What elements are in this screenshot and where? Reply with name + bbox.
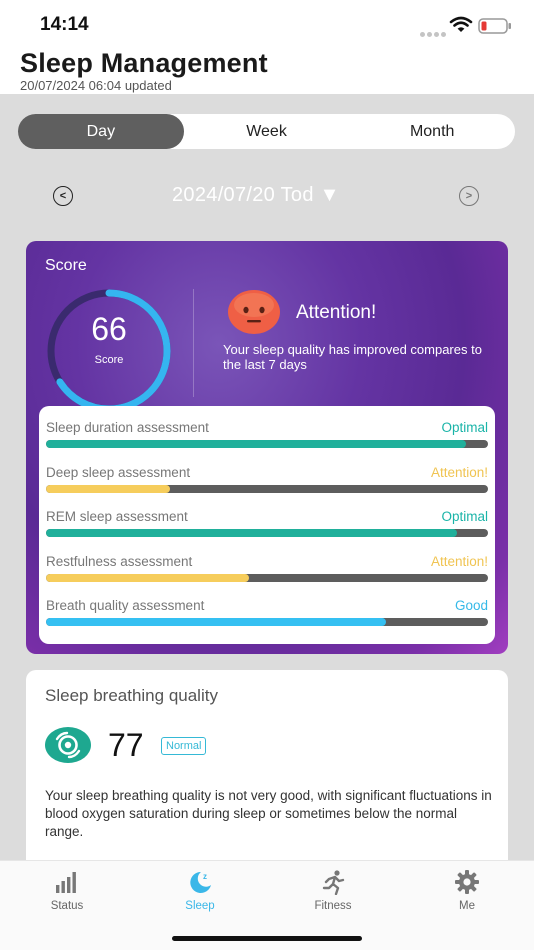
attention-title: Attention! xyxy=(296,302,377,323)
score-card-title: Score xyxy=(45,257,87,274)
wifi-icon xyxy=(449,16,473,32)
assessment-status: Attention! xyxy=(430,465,488,480)
gear-icon xyxy=(455,870,479,894)
assessment-bar-fill xyxy=(46,485,170,493)
tab-status[interactable]: Status xyxy=(27,869,107,912)
previous-day-button[interactable]: < xyxy=(53,186,73,206)
assessment-bar xyxy=(46,574,488,582)
tab-day[interactable]: Day xyxy=(18,114,184,149)
tab-month[interactable]: Month xyxy=(349,114,515,149)
status-bar: 14:14 xyxy=(0,0,534,44)
assessment-status: Good xyxy=(454,598,488,613)
breathing-quality-card[interactable]: Sleep breathing quality 77 Normal Your s… xyxy=(26,670,508,870)
assessment-row[interactable]: Restfulness assessment Attention! xyxy=(46,554,488,594)
assessment-status: Optimal xyxy=(441,420,488,435)
assessment-label: Deep sleep assessment xyxy=(46,465,191,480)
updated-timestamp: 20/07/2024 06:04 updated xyxy=(20,78,172,93)
score-ring xyxy=(47,289,171,413)
assessment-bar-fill xyxy=(46,618,387,626)
score-value: 66 xyxy=(91,311,127,347)
assessment-label: Sleep duration assessment xyxy=(46,420,209,435)
header: Sleep Management 20/07/2024 06:04 update… xyxy=(0,44,534,94)
assessment-row[interactable]: REM sleep assessment Optimal xyxy=(46,509,488,549)
moon-icon: z xyxy=(190,871,211,893)
tab-sleep-label: Sleep xyxy=(185,900,215,912)
score-label: Score xyxy=(94,354,124,366)
divider xyxy=(193,289,194,397)
breathing-quality-title: Sleep breathing quality xyxy=(45,686,218,705)
assessment-bar xyxy=(46,529,488,537)
status-time: 14:14 xyxy=(40,14,89,35)
neutral-face-icon xyxy=(228,290,280,334)
assessment-status: Attention! xyxy=(430,554,488,569)
tab-week[interactable]: Week xyxy=(184,114,350,149)
tab-me[interactable]: Me xyxy=(427,869,507,912)
assessment-label: Restfulness assessment xyxy=(46,554,193,569)
breathing-description: Your sleep breathing quality is not very… xyxy=(45,788,492,839)
home-indicator xyxy=(172,936,362,941)
assessment-panel: Sleep duration assessment Optimal Deep s… xyxy=(39,406,495,644)
assessment-label: Breath quality assessment xyxy=(46,598,205,613)
tab-status-label: Status xyxy=(50,900,84,912)
assessment-bar-fill xyxy=(46,529,458,537)
chevron-left-icon: < xyxy=(59,190,67,202)
assessment-row[interactable]: Sleep duration assessment Optimal xyxy=(46,420,488,460)
period-tabs: Day Week Month xyxy=(18,114,515,149)
assessment-row[interactable]: Deep sleep assessment Attention! xyxy=(46,465,488,505)
assessment-bar xyxy=(46,618,488,626)
assessment-status: Optimal xyxy=(441,509,488,524)
chevron-right-icon: > xyxy=(465,190,473,202)
attention-description: Your sleep quality has improved compares… xyxy=(223,342,482,372)
breathing-icon xyxy=(45,727,91,763)
tab-sleep[interactable]: z Sleep xyxy=(160,869,240,912)
assessment-bar-fill xyxy=(46,440,466,448)
assessment-label: REM sleep assessment xyxy=(46,509,188,524)
assessment-row[interactable]: Breath quality assessment Good xyxy=(46,598,488,638)
tab-fitness-label: Fitness xyxy=(314,900,352,912)
running-icon xyxy=(322,870,345,895)
assessment-bar-fill xyxy=(46,574,250,582)
breathing-score: 77 xyxy=(108,727,144,763)
page-title: Sleep Management xyxy=(20,48,268,78)
signal-dots-icon xyxy=(420,24,448,42)
bar-chart-icon xyxy=(56,872,76,893)
svg-text:z: z xyxy=(203,872,207,881)
score-card: Score 66 Score Attention! Your sleep qua… xyxy=(26,241,508,654)
status-badge: Normal xyxy=(161,737,207,755)
assessment-bar xyxy=(46,485,488,493)
assessment-bar xyxy=(46,440,488,448)
tab-me-label: Me xyxy=(459,900,475,912)
next-day-button[interactable]: > xyxy=(459,186,479,206)
tab-fitness[interactable]: Fitness xyxy=(293,869,373,912)
battery-low-icon xyxy=(478,18,511,34)
date-selector[interactable]: 2024/07/20 Tod ▼ xyxy=(172,184,340,207)
date-navigation: < 2024/07/20 Tod ▼ > xyxy=(0,180,534,212)
